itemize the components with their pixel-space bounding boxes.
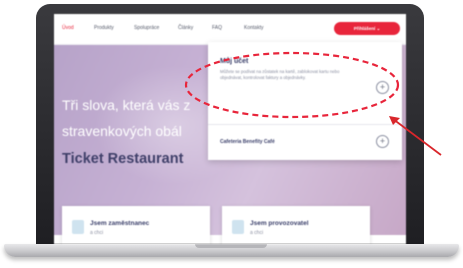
screenshot-stage: Úvod Produkty Spolupráce Články FAQ Kont… — [0, 0, 463, 268]
highlight-ellipse — [184, 51, 400, 119]
pointer-arrow — [392, 118, 442, 156]
annotation-overlay — [184, 51, 442, 156]
